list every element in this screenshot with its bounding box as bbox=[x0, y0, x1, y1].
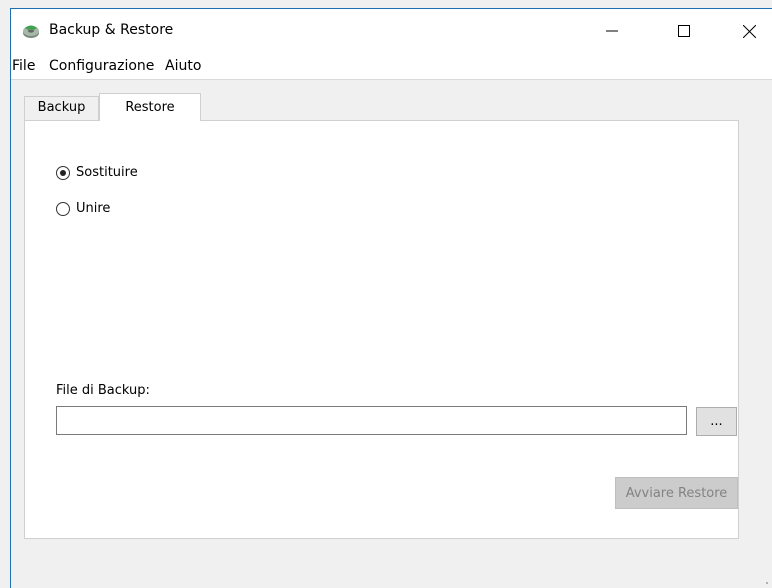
minimize-icon bbox=[606, 25, 618, 37]
start-restore-button[interactable]: Avviare Restore bbox=[615, 477, 738, 509]
maximize-icon bbox=[678, 25, 690, 37]
menu-configurazione[interactable]: Configurazione bbox=[48, 58, 155, 74]
radio-sostituire[interactable]: Sostituire bbox=[56, 165, 138, 180]
close-icon bbox=[742, 24, 756, 38]
radio-unire[interactable]: Unire bbox=[56, 201, 110, 216]
browse-button[interactable]: ... bbox=[696, 407, 737, 436]
close-button[interactable] bbox=[726, 9, 772, 53]
radio-sostituire-label: Sostituire bbox=[76, 165, 138, 180]
radio-selected-indicator bbox=[56, 165, 70, 180]
menu-aiuto[interactable]: Aiuto bbox=[164, 58, 202, 74]
backup-file-label: File di Backup: bbox=[56, 383, 150, 398]
title-bar[interactable]: Backup & Restore bbox=[11, 9, 772, 53]
backup-file-input[interactable] bbox=[56, 406, 687, 435]
resize-grip[interactable] bbox=[766, 582, 768, 584]
tab-restore[interactable]: Restore bbox=[99, 93, 201, 121]
maximize-button[interactable] bbox=[661, 9, 707, 53]
radio-unire-label: Unire bbox=[76, 201, 111, 216]
tab-backup[interactable]: Backup bbox=[24, 96, 99, 120]
backup-drive-icon bbox=[21, 21, 41, 41]
menu-file[interactable]: File bbox=[11, 58, 36, 74]
window-title: Backup & Restore bbox=[49, 22, 174, 38]
restore-panel: Sostituire Unire File di Backup: ... Avv… bbox=[24, 120, 739, 539]
menu-bar: File Configurazione Aiuto bbox=[11, 53, 772, 80]
radio-unselected-indicator bbox=[56, 201, 70, 216]
minimize-button[interactable] bbox=[589, 9, 635, 53]
